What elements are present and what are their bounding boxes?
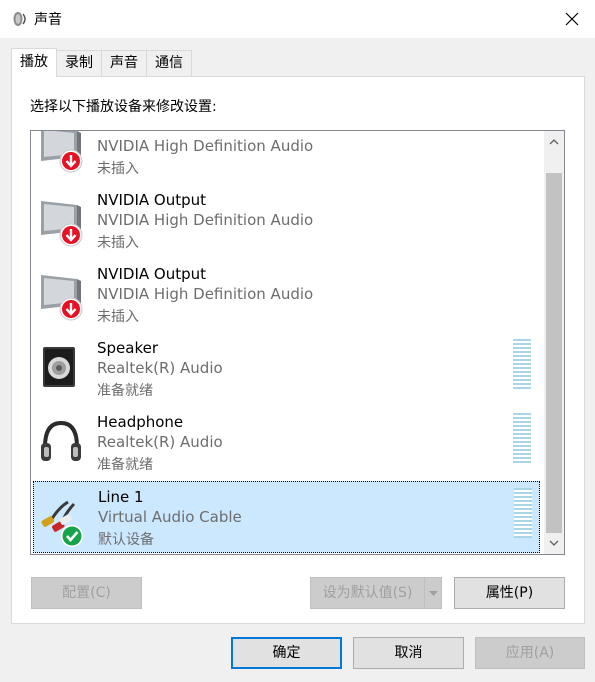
list-item-device[interactable]: Speaker Realtek(R) Audio 准备就绪: [33, 333, 540, 405]
volume-meter: [513, 413, 531, 463]
device-list[interactable]: NVIDIA High Definition Audio 未插入 NVIDIA …: [30, 130, 565, 555]
tab-strip: 播放 录制 声音 通信: [11, 48, 192, 77]
vertical-scrollbar[interactable]: [544, 131, 564, 554]
scroll-thumb[interactable]: [546, 173, 562, 533]
set-default-dropdown[interactable]: [424, 577, 442, 609]
volume-meter: [513, 339, 531, 389]
headphone-icon: [37, 417, 93, 473]
device-status: 默认设备: [98, 532, 154, 548]
device-driver: Realtek(R) Audio: [97, 433, 223, 451]
device-status: 准备就绪: [97, 457, 153, 473]
tab-recording[interactable]: 录制: [56, 50, 102, 77]
device-status: 未插入: [97, 235, 139, 251]
monitor-unplugged-icon: [37, 131, 93, 177]
chevron-up-icon: [549, 139, 559, 145]
monitor-unplugged-icon: [37, 195, 93, 251]
device-driver: Virtual Audio Cable: [98, 508, 242, 526]
device-name: Line 1: [98, 488, 144, 506]
close-button[interactable]: [549, 0, 595, 38]
device-driver: NVIDIA High Definition Audio: [97, 211, 314, 229]
device-name: Headphone: [97, 413, 184, 431]
list-item-device-selected[interactable]: Line 1 Virtual Audio Cable 默认设备: [33, 481, 540, 553]
cancel-button[interactable]: 取消: [353, 637, 464, 669]
device-driver: Realtek(R) Audio: [97, 359, 223, 377]
ok-button[interactable]: 确定: [231, 637, 342, 669]
tab-playback[interactable]: 播放: [11, 48, 57, 77]
tab-sounds[interactable]: 声音: [101, 50, 147, 77]
scroll-down-button[interactable]: [544, 534, 564, 552]
properties-button[interactable]: 属性(P): [454, 577, 565, 609]
set-default-button[interactable]: 设为默认值(S): [310, 577, 425, 609]
device-status: 未插入: [97, 309, 139, 325]
tab-communications[interactable]: 通信: [146, 50, 192, 77]
volume-meter: [514, 488, 532, 538]
audio-cable-default-icon: [38, 492, 94, 548]
chevron-down-icon: [428, 590, 438, 596]
device-name: NVIDIA Output: [97, 265, 207, 283]
device-status: 未插入: [97, 161, 139, 177]
list-item-device[interactable]: NVIDIA Output NVIDIA High Definition Aud…: [33, 185, 540, 257]
title-bar: 声音: [0, 0, 595, 38]
speaker-box-icon: [37, 343, 93, 399]
monitor-unplugged-icon: [37, 269, 93, 325]
chevron-down-icon: [549, 540, 559, 546]
instruction-label: 选择以下播放设备来修改设置:: [30, 99, 217, 115]
list-item-device[interactable]: Headphone Realtek(R) Audio 准备就绪: [33, 407, 540, 479]
list-item-device[interactable]: NVIDIA High Definition Audio 未插入: [33, 131, 540, 183]
window-title: 声音: [34, 12, 62, 28]
close-icon: [565, 12, 579, 26]
scroll-up-button[interactable]: [544, 133, 564, 151]
device-driver: NVIDIA High Definition Audio: [97, 137, 314, 155]
configure-button[interactable]: 配置(C): [31, 577, 142, 609]
list-item-device[interactable]: NVIDIA Output NVIDIA High Definition Aud…: [33, 259, 540, 331]
device-name: Speaker: [97, 339, 159, 357]
device-driver: NVIDIA High Definition Audio: [97, 285, 314, 303]
device-name: NVIDIA Output: [97, 191, 207, 209]
apply-button[interactable]: 应用(A): [475, 637, 585, 669]
device-status: 准备就绪: [97, 383, 153, 399]
speaker-icon: [12, 10, 28, 28]
